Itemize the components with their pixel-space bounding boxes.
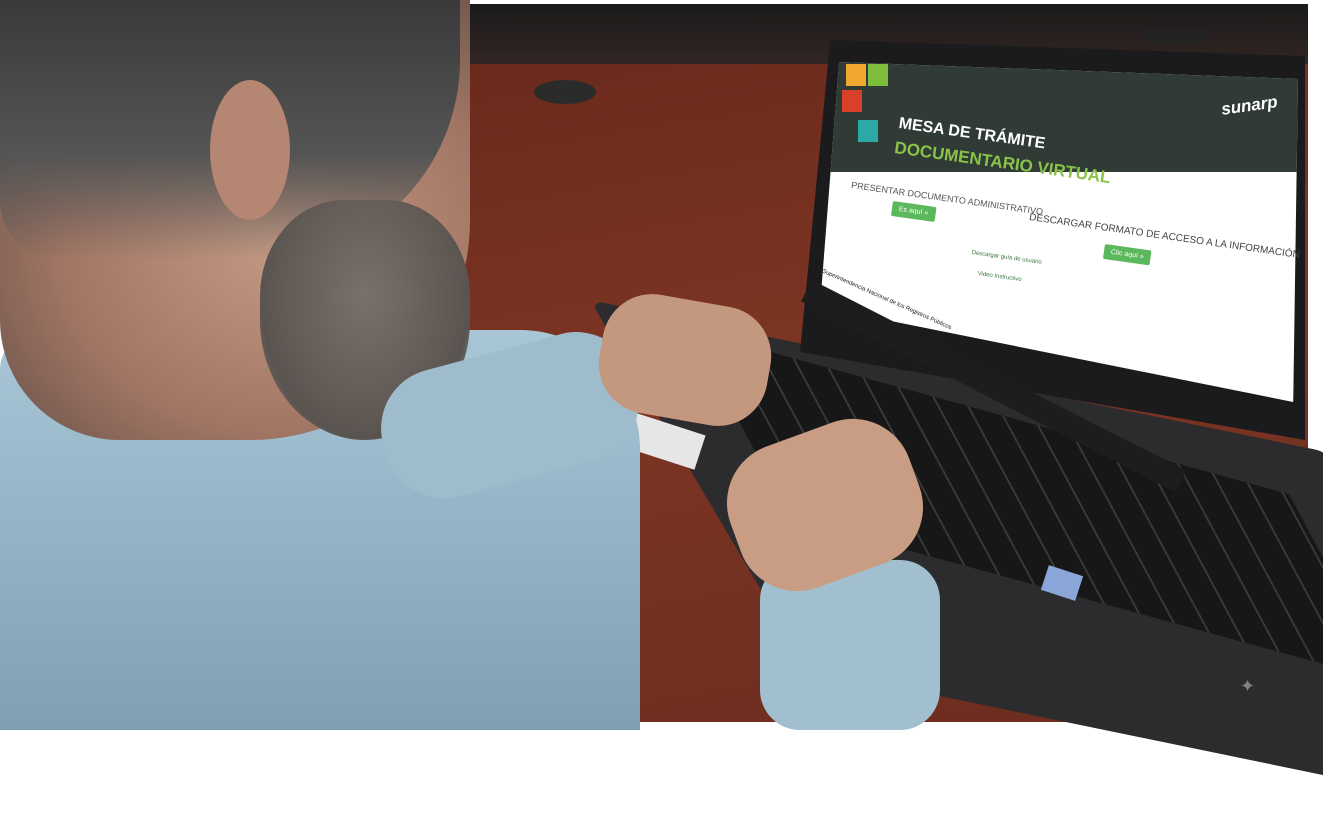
logo-square-green [868,64,888,86]
logo-square-red [842,90,862,112]
remote-control [1142,30,1208,42]
person [0,0,660,730]
person-ear [210,80,290,220]
logo-square-teal [858,120,878,142]
logo-square-orange [846,64,866,86]
watermark-icon: ✦ [1240,676,1256,696]
